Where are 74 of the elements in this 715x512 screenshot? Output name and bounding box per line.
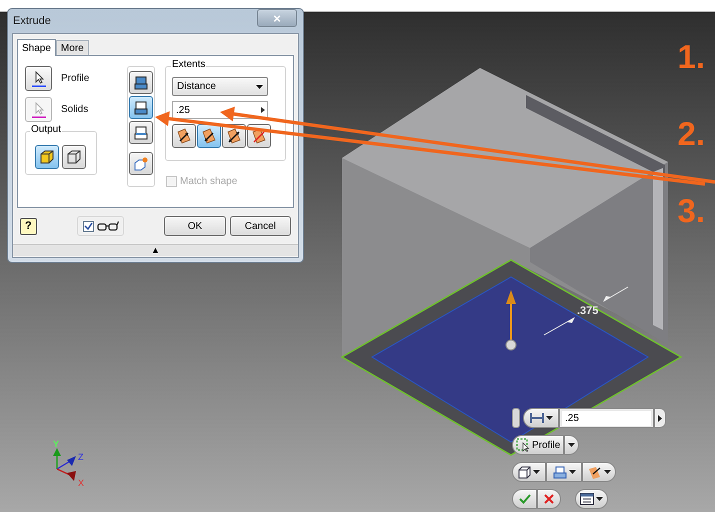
checkmark-icon bbox=[518, 494, 530, 504]
ok-button[interactable] bbox=[512, 489, 537, 509]
selector-label: Solids bbox=[61, 103, 88, 117]
selector-label: Profile bbox=[61, 72, 90, 86]
play-button[interactable] bbox=[654, 408, 666, 428]
output-dropdown[interactable] bbox=[512, 462, 546, 482]
operation-button[interactable] bbox=[129, 96, 153, 119]
plane-arrow-icon bbox=[176, 128, 192, 144]
checkbox-label: Match shape bbox=[180, 175, 238, 189]
tab[interactable]: Shape bbox=[17, 39, 56, 56]
window-title: Extrude bbox=[13, 14, 51, 29]
play-arrow-icon bbox=[261, 107, 265, 113]
distance-icon bbox=[530, 412, 544, 424]
selector-button[interactable] bbox=[25, 66, 52, 91]
measure-dropdown[interactable] bbox=[523, 408, 559, 428]
dialog-button[interactable]: Cancel bbox=[230, 216, 292, 236]
axis-label: X bbox=[78, 478, 84, 488]
plane-arrow-icon bbox=[201, 128, 217, 144]
profile-dropdown[interactable] bbox=[564, 435, 580, 455]
checkmark-icon bbox=[84, 222, 93, 230]
drag-handle[interactable] bbox=[512, 408, 520, 428]
stacked-blocks-icon bbox=[133, 100, 149, 116]
stacked-blocks-icon bbox=[133, 74, 149, 90]
help-button[interactable]: ? bbox=[20, 218, 37, 234]
group-title: Output bbox=[30, 125, 62, 135]
plane-arrow-icon bbox=[226, 128, 242, 144]
pointer-icon bbox=[30, 100, 46, 118]
caret-icon bbox=[533, 470, 540, 474]
cut-icon bbox=[552, 466, 566, 478]
options-dropdown[interactable] bbox=[575, 489, 608, 509]
new-solid-icon bbox=[133, 156, 149, 172]
checkbox[interactable] bbox=[82, 220, 94, 232]
caret-icon bbox=[568, 470, 576, 474]
direction-button[interactable] bbox=[197, 124, 221, 148]
caret-icon bbox=[546, 416, 552, 420]
axis-triad-icon bbox=[53, 448, 76, 481]
caret-icon bbox=[604, 470, 610, 474]
step-number: 3. bbox=[677, 194, 705, 227]
cube-icon bbox=[66, 149, 82, 165]
group-title: Extents bbox=[171, 60, 206, 70]
extents-dropdown[interactable]: Distance bbox=[172, 77, 268, 96]
axis-label: Y bbox=[53, 439, 60, 449]
selector-button[interactable] bbox=[25, 97, 52, 122]
axis-label: Z bbox=[78, 452, 84, 462]
profile-button[interactable]: Profile bbox=[512, 435, 564, 455]
direction-plane-icon bbox=[588, 466, 602, 478]
direction-dropdown[interactable] bbox=[582, 462, 616, 482]
preview-toggle[interactable] bbox=[76, 216, 124, 236]
cube-icon bbox=[518, 466, 531, 478]
stacked-blocks-icon bbox=[133, 124, 149, 140]
operation-dropdown[interactable] bbox=[546, 462, 582, 482]
glasses-icon bbox=[96, 221, 119, 231]
direction-arrow bbox=[506, 290, 516, 350]
direction-button[interactable] bbox=[172, 124, 196, 148]
distance-field[interactable]: .25 bbox=[559, 408, 654, 428]
tab[interactable]: More bbox=[56, 40, 89, 55]
expand-button[interactable]: ▲ bbox=[13, 245, 298, 256]
cube-icon bbox=[39, 149, 55, 165]
list-icon bbox=[580, 493, 594, 505]
profile-select-icon bbox=[516, 438, 530, 452]
play-arrow-icon bbox=[658, 414, 662, 422]
operation-button[interactable] bbox=[129, 71, 153, 94]
output-button[interactable] bbox=[35, 145, 59, 169]
pointer-icon bbox=[30, 70, 46, 88]
step-number: 1. bbox=[677, 40, 705, 73]
cancel-button[interactable] bbox=[537, 489, 561, 509]
output-button[interactable] bbox=[62, 145, 86, 169]
dimension-value: .375 bbox=[577, 305, 598, 317]
dropdown-arrow-icon bbox=[256, 84, 263, 88]
dialog-button[interactable]: OK bbox=[164, 216, 226, 236]
close-icon bbox=[544, 494, 554, 504]
caret-icon bbox=[596, 497, 603, 501]
step-number: 2. bbox=[677, 117, 705, 150]
operation-button[interactable] bbox=[129, 121, 153, 144]
